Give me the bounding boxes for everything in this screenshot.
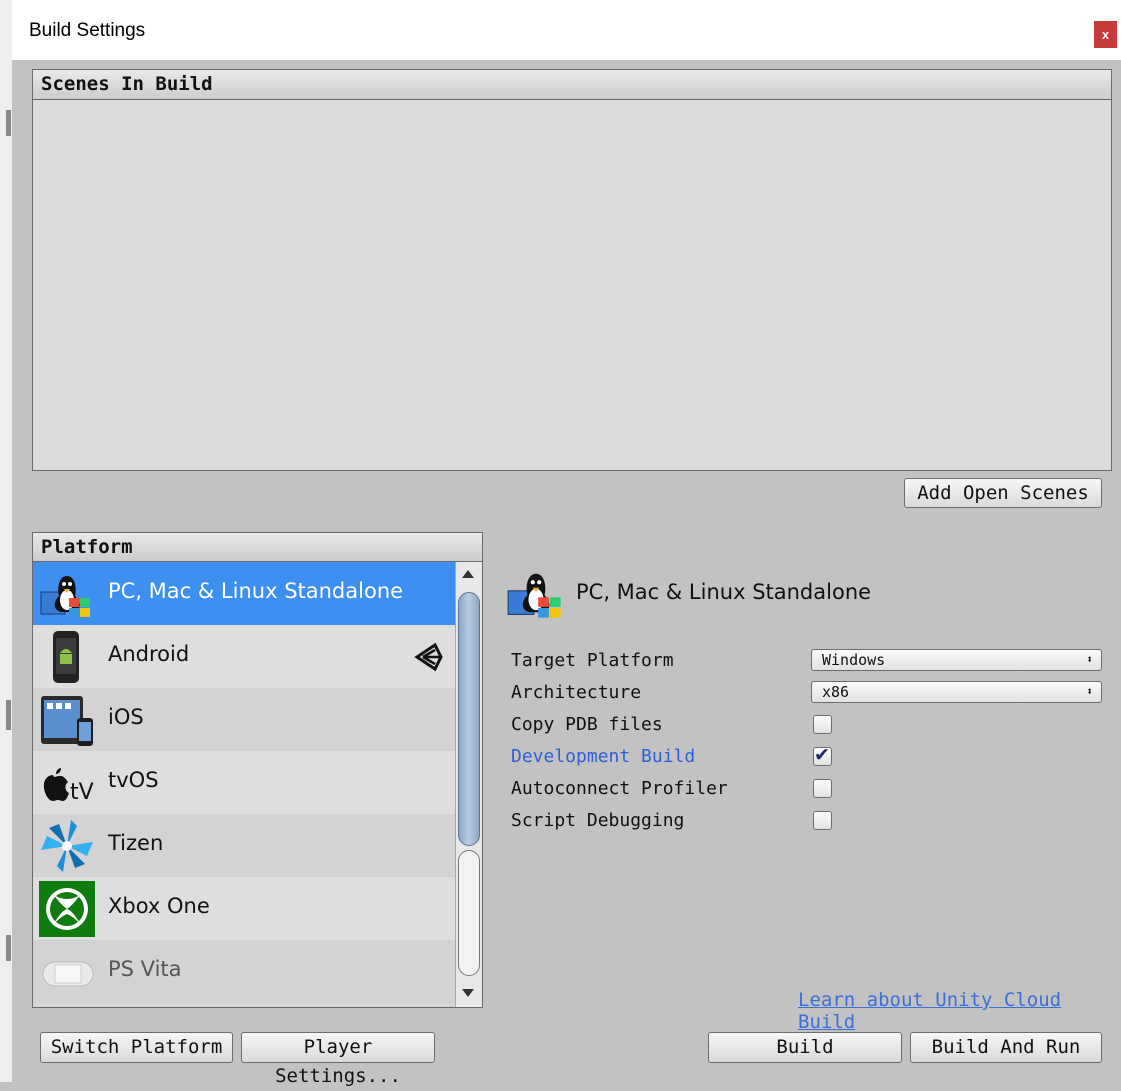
- switch-platform-button[interactable]: Switch Platform: [40, 1032, 233, 1063]
- platform-item-tizen[interactable]: Tizen: [33, 814, 457, 877]
- copy-pdb-label: Copy PDB files: [511, 714, 663, 735]
- svg-text:tV: tV: [70, 780, 94, 805]
- tizen-icon: [41, 820, 93, 872]
- platform-item-pc-mac-linux[interactable]: PC, Mac & Linux Standalone: [33, 562, 457, 625]
- platform-item-tvos[interactable]: tV tvOS: [33, 751, 457, 814]
- platform-item-label: tvOS: [108, 768, 159, 792]
- pc-mac-linux-icon: [40, 576, 90, 617]
- platform-item-ios[interactable]: iOS: [33, 688, 457, 751]
- window-title: Build Settings: [29, 20, 146, 41]
- xbox-icon: [39, 881, 95, 937]
- add-open-scenes-button[interactable]: Add Open Scenes: [904, 478, 1102, 508]
- copy-pdb-checkbox[interactable]: [813, 715, 832, 734]
- architecture-value: x86: [822, 683, 850, 701]
- script-debugging-label: Script Debugging: [511, 810, 685, 831]
- android-icon: [53, 631, 79, 683]
- platform-list: PC, Mac & Linux Standalone Android iOS t…: [32, 561, 483, 1008]
- dropdown-arrow-icon: ⬍: [1086, 653, 1093, 666]
- player-settings-button[interactable]: Player Settings...: [241, 1032, 435, 1087]
- autoconnect-profiler-checkbox[interactable]: [813, 779, 832, 798]
- platform-item-label: Xbox One: [108, 894, 210, 918]
- scenes-list[interactable]: [32, 99, 1112, 471]
- script-debugging-checkbox[interactable]: [813, 811, 832, 830]
- close-button[interactable]: x: [1094, 21, 1117, 48]
- architecture-dropdown[interactable]: x86 ⬍: [811, 681, 1102, 703]
- platform-item-label: Android: [108, 642, 190, 666]
- apple-tv-icon: tV: [43, 768, 94, 805]
- left-edge: [0, 0, 12, 1082]
- selected-platform-title: PC, Mac & Linux Standalone: [576, 580, 872, 604]
- ios-icon: [41, 696, 93, 746]
- unity-cloud-build-link[interactable]: Learn about Unity Cloud Build: [798, 989, 1121, 1033]
- edge-mark: [6, 110, 11, 136]
- scroll-down-arrow-icon[interactable]: [462, 989, 474, 997]
- scrollbar-thumb[interactable]: [458, 592, 480, 846]
- build-and-run-button[interactable]: Build And Run: [910, 1032, 1102, 1063]
- target-platform-dropdown[interactable]: Windows ⬍: [811, 649, 1102, 671]
- development-build-label: Development Build: [511, 746, 696, 767]
- target-platform-value: Windows: [822, 651, 886, 669]
- scroll-up-arrow-icon[interactable]: [462, 570, 474, 578]
- ps-vita-icon: [42, 961, 94, 987]
- edge-mark: [6, 700, 11, 730]
- edge-mark: [6, 935, 11, 961]
- platform-item-android[interactable]: Android: [33, 625, 457, 688]
- title-bar: Build Settings x: [12, 0, 1121, 60]
- pc-mac-linux-icon: [507, 573, 561, 618]
- platform-scrollbar[interactable]: [455, 562, 482, 1007]
- architecture-label: Architecture: [511, 682, 642, 703]
- target-platform-label: Target Platform: [511, 650, 674, 671]
- development-build-checkbox[interactable]: [813, 744, 832, 766]
- platform-header: Platform: [32, 532, 483, 562]
- platform-item-label: PC, Mac & Linux Standalone: [108, 579, 404, 603]
- platform-item-xbox-one[interactable]: Xbox One: [33, 877, 457, 940]
- platform-item-ps-vita[interactable]: PS Vita: [33, 940, 457, 1003]
- platform-item-label: iOS: [108, 705, 144, 729]
- autoconnect-profiler-label: Autoconnect Profiler: [511, 778, 728, 799]
- platform-item-label: Tizen: [108, 831, 164, 855]
- unity-logo-icon: [414, 642, 443, 672]
- dropdown-arrow-icon: ⬍: [1086, 685, 1093, 698]
- build-button[interactable]: Build: [708, 1032, 902, 1063]
- platform-item-label: PS Vita: [108, 957, 182, 981]
- scenes-in-build-header: Scenes In Build: [32, 69, 1112, 100]
- scrollbar-track[interactable]: [458, 850, 480, 976]
